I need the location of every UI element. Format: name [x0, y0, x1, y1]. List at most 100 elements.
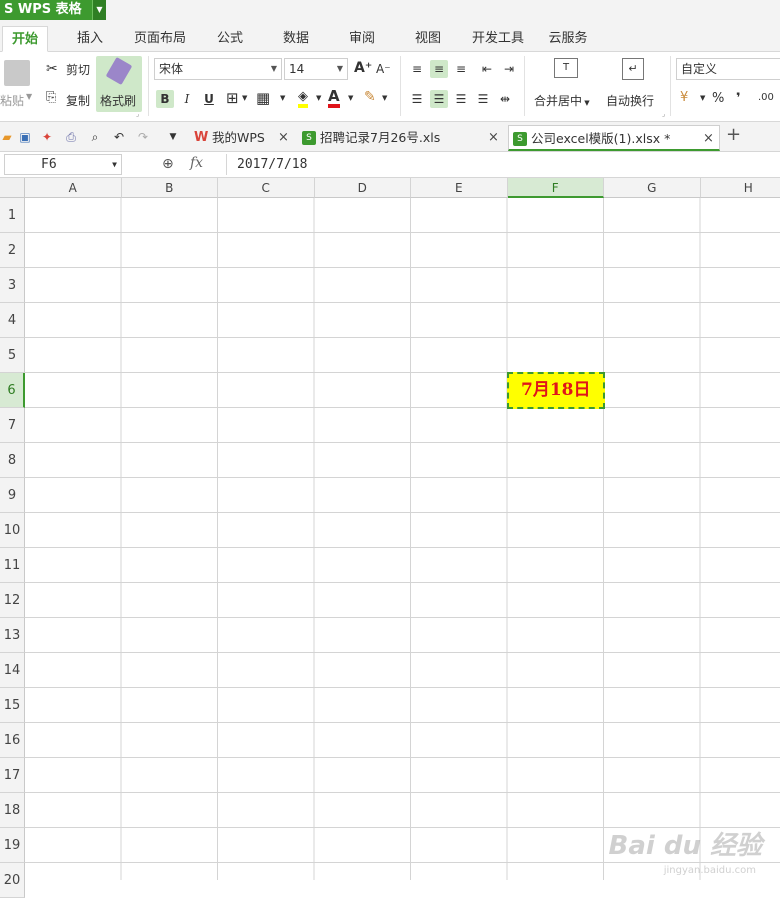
new-tab-icon[interactable]: + — [726, 128, 740, 142]
row-header-9[interactable]: 9 — [0, 478, 25, 513]
row-header-10[interactable]: 10 — [0, 513, 25, 548]
column-header-H[interactable]: H — [701, 178, 780, 198]
clear-format-dropdown-icon[interactable]: ▼ — [382, 94, 387, 102]
font-color-dropdown-icon[interactable]: ▼ — [348, 94, 353, 102]
font-shrink-button[interactable]: A⁻ — [376, 62, 391, 76]
percent-button[interactable]: % — [712, 91, 724, 106]
align-center-icon[interactable]: ☰ — [430, 90, 448, 108]
clipboard-launcher-icon[interactable]: ⌟ — [136, 110, 139, 118]
tab-formulas[interactable]: 公式 — [206, 26, 254, 52]
justify-icon[interactable]: ☰ — [474, 90, 492, 108]
zoom-icon[interactable]: ⊕ — [162, 156, 174, 172]
row-header-16[interactable]: 16 — [0, 723, 25, 758]
comma-button[interactable]: ❜ — [736, 91, 741, 106]
wrap-text-icon[interactable]: ↵ — [622, 58, 644, 80]
row-header-6[interactable]: 6 — [0, 373, 25, 408]
column-header-A[interactable]: A — [25, 178, 122, 198]
row-header-7[interactable]: 7 — [0, 408, 25, 443]
app-menu-dropdown-icon[interactable]: ▼ — [92, 0, 106, 20]
fx-icon[interactable]: fx — [190, 155, 203, 171]
tab-data[interactable]: 数据 — [272, 26, 320, 52]
align-middle-icon[interactable]: ≡ — [430, 60, 448, 78]
cell-style-dropdown-icon[interactable]: ▼ — [280, 94, 285, 102]
paste-icon[interactable] — [4, 60, 30, 86]
row-header-18[interactable]: 18 — [0, 793, 25, 828]
tab-cloud[interactable]: 云服务 — [542, 26, 594, 52]
row-header-14[interactable]: 14 — [0, 653, 25, 688]
paste-button[interactable]: 粘贴 — [0, 92, 24, 109]
quick-access-dropdown-icon[interactable]: ▼ — [166, 130, 180, 144]
align-left-icon[interactable]: ☰ — [408, 90, 426, 108]
row-header-19[interactable]: 19 — [0, 828, 25, 863]
align-bottom-icon[interactable]: ≡ — [452, 60, 470, 78]
border-icon[interactable]: ⊞ — [226, 89, 239, 107]
row-header-2[interactable]: 2 — [0, 233, 25, 268]
decrease-indent-icon[interactable]: ⇤ — [478, 60, 496, 78]
column-header-G[interactable]: G — [604, 178, 701, 198]
app-menu-button[interactable]: S WPS 表格 — [0, 0, 92, 20]
tab-view[interactable]: 视图 — [404, 26, 452, 52]
column-header-E[interactable]: E — [411, 178, 508, 198]
tab-insert[interactable]: 插入 — [66, 26, 114, 52]
bold-button[interactable]: B — [156, 90, 174, 108]
fill-color-icon[interactable]: ◈ — [298, 89, 308, 108]
row-header-5[interactable]: 5 — [0, 338, 25, 373]
print-preview-icon[interactable]: ⌕ — [88, 130, 102, 144]
formula-input[interactable]: 2017/7/18 — [226, 154, 776, 175]
font-size-select[interactable]: 14▼ — [284, 58, 348, 80]
alignment-launcher-icon[interactable]: ⌟ — [662, 110, 665, 118]
align-right-icon[interactable]: ☰ — [452, 90, 470, 108]
save-icon[interactable]: ▣ — [18, 130, 32, 144]
row-header-15[interactable]: 15 — [0, 688, 25, 723]
align-top-icon[interactable]: ≡ — [408, 60, 426, 78]
doc-tab-recruitment[interactable]: S 招聘记录7月26号.xls × — [298, 125, 504, 151]
font-color-icon[interactable]: A — [328, 88, 340, 108]
cell-style-icon[interactable]: ▦ — [256, 89, 270, 107]
row-header-13[interactable]: 13 — [0, 618, 25, 653]
close-icon[interactable]: × — [703, 126, 714, 152]
pdf-icon[interactable]: ✦ — [40, 130, 54, 144]
currency-icon[interactable]: ¥ — [680, 90, 688, 105]
paste-dropdown-icon[interactable]: ▼ — [26, 92, 32, 101]
copy-button[interactable]: 复制 — [66, 92, 90, 109]
row-header-20[interactable]: 20 — [0, 863, 25, 898]
column-header-D[interactable]: D — [315, 178, 412, 198]
column-header-B[interactable]: B — [122, 178, 219, 198]
italic-button[interactable]: I — [178, 90, 196, 108]
format-painter-button[interactable]: 格式刷 — [96, 56, 142, 112]
merge-center-button[interactable]: 合并居中 ▼ — [534, 92, 590, 109]
row-header-4[interactable]: 4 — [0, 303, 25, 338]
row-header-11[interactable]: 11 — [0, 548, 25, 583]
row-header-8[interactable]: 8 — [0, 443, 25, 478]
doc-tab-company-template[interactable]: S 公司excel模版(1).xlsx * × — [508, 125, 720, 151]
currency-dropdown-icon[interactable]: ▼ — [700, 94, 705, 102]
select-all-corner[interactable] — [0, 178, 25, 198]
column-header-C[interactable]: C — [218, 178, 315, 198]
increase-indent-icon[interactable]: ⇥ — [500, 60, 518, 78]
cell-area[interactable]: 7月18日 — [25, 198, 780, 880]
undo-icon[interactable]: ↶ — [112, 130, 126, 144]
cut-button[interactable]: 剪切 — [66, 61, 90, 78]
redo-icon[interactable]: ↷ — [136, 130, 150, 144]
clear-format-icon[interactable]: ✎ — [364, 89, 376, 105]
border-dropdown-icon[interactable]: ▼ — [242, 94, 247, 102]
row-header-1[interactable]: 1 — [0, 198, 25, 233]
doc-tab-my-wps[interactable]: W 我的WPS × — [190, 125, 290, 151]
increase-decimal-button[interactable]: .00 — [758, 92, 774, 103]
column-header-F[interactable]: F — [508, 178, 605, 198]
distributed-align-icon[interactable]: ⇹ — [496, 90, 514, 108]
font-grow-button[interactable]: A⁺ — [354, 60, 372, 76]
font-name-select[interactable]: 宋体▼ — [154, 58, 282, 80]
row-header-17[interactable]: 17 — [0, 758, 25, 793]
open-icon[interactable]: ▰ — [0, 130, 14, 144]
row-header-3[interactable]: 3 — [0, 268, 25, 303]
wrap-text-button[interactable]: 自动换行 — [606, 92, 654, 109]
merge-center-icon[interactable]: T — [554, 58, 578, 78]
row-header-12[interactable]: 12 — [0, 583, 25, 618]
underline-button[interactable]: U — [200, 90, 218, 108]
name-box[interactable]: F6▼ — [4, 154, 122, 175]
tab-review[interactable]: 审阅 — [338, 26, 386, 52]
print-icon[interactable]: ⎙ — [64, 130, 78, 144]
number-format-select[interactable]: 自定义 — [676, 58, 780, 80]
close-icon[interactable]: × — [278, 125, 289, 151]
